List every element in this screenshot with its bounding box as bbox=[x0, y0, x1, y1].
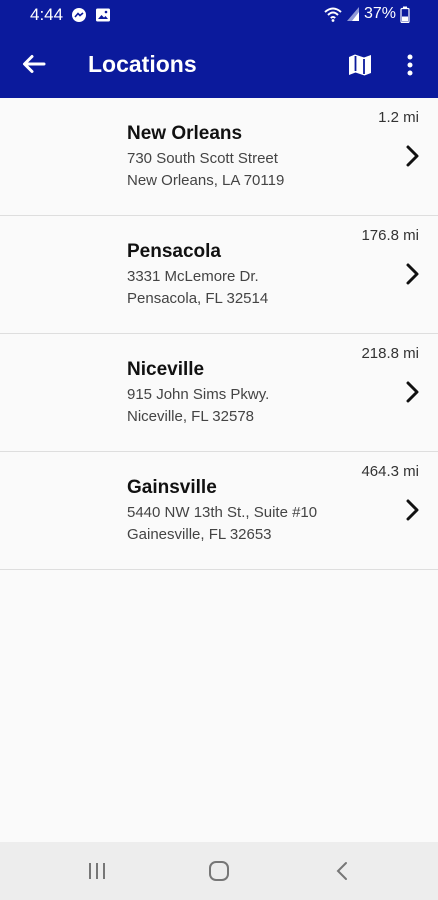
chevron-right-icon bbox=[406, 381, 419, 403]
home-icon bbox=[209, 861, 229, 881]
location-distance: 176.8 mi bbox=[361, 227, 419, 244]
map-button[interactable] bbox=[345, 50, 375, 80]
location-item-new-orleans[interactable]: New Orleans 730 South Scott Street New O… bbox=[0, 98, 438, 216]
location-address-line1: 915 John Sims Pkwy. bbox=[127, 386, 270, 403]
location-address-line1: 5440 NW 13th St., Suite #10 bbox=[127, 504, 318, 521]
location-item-gainsville[interactable]: Gainsville 5440 NW 13th St., Suite #10 G… bbox=[0, 452, 438, 570]
locations-list: New Orleans 730 South Scott Street New O… bbox=[0, 98, 438, 570]
signal-icon bbox=[346, 7, 359, 21]
location-name: Pensacola bbox=[127, 241, 221, 262]
location-name: New Orleans bbox=[127, 123, 243, 144]
chevron-right-icon bbox=[406, 499, 419, 521]
location-address-line2: Niceville, FL 32578 bbox=[127, 408, 255, 425]
back-button[interactable] bbox=[18, 48, 50, 80]
wifi-icon bbox=[324, 7, 342, 22]
chevron-right-icon bbox=[406, 145, 419, 167]
page-title: Locations bbox=[88, 51, 197, 77]
location-name: Gainsville bbox=[127, 477, 217, 498]
messenger-icon bbox=[72, 8, 86, 22]
location-distance: 464.3 mi bbox=[361, 463, 419, 480]
location-item-pensacola[interactable]: Pensacola 3331 McLemore Dr. Pensacola, F… bbox=[0, 216, 438, 334]
battery-percent: 37% bbox=[363, 5, 396, 22]
back-nav-button[interactable] bbox=[329, 858, 355, 884]
more-options-button[interactable] bbox=[398, 50, 422, 80]
location-address-line2: Pensacola, FL 32514 bbox=[127, 290, 269, 307]
location-address-line2: New Orleans, LA 70119 bbox=[127, 172, 285, 189]
map-icon bbox=[349, 54, 371, 76]
status-bar: 4:44 37% bbox=[0, 0, 438, 30]
location-distance: 1.2 mi bbox=[378, 109, 419, 126]
system-nav-bar bbox=[0, 842, 438, 900]
battery-icon bbox=[400, 6, 410, 23]
back-icon bbox=[336, 862, 347, 880]
location-address-line2: Gainesville, FL 32653 bbox=[127, 526, 272, 543]
location-name: Niceville bbox=[127, 359, 205, 380]
status-system-icons: 37% bbox=[324, 5, 410, 23]
image-icon bbox=[96, 8, 110, 22]
more-vertical-icon bbox=[407, 54, 413, 76]
status-notification-icons bbox=[71, 7, 111, 23]
recent-apps-button[interactable] bbox=[84, 858, 110, 884]
app-bar: Locations bbox=[0, 30, 438, 98]
chevron-right-icon bbox=[406, 263, 419, 285]
status-time: 4:44 bbox=[30, 5, 64, 24]
location-item-niceville[interactable]: Niceville 915 John Sims Pkwy. Niceville,… bbox=[0, 334, 438, 452]
location-distance: 218.8 mi bbox=[361, 345, 419, 362]
location-address-line1: 3331 McLemore Dr. bbox=[127, 268, 259, 285]
location-address-line1: 730 South Scott Street bbox=[127, 150, 278, 167]
recent-apps-icon bbox=[89, 863, 105, 879]
back-arrow-icon bbox=[23, 55, 46, 73]
home-button[interactable] bbox=[206, 858, 232, 884]
